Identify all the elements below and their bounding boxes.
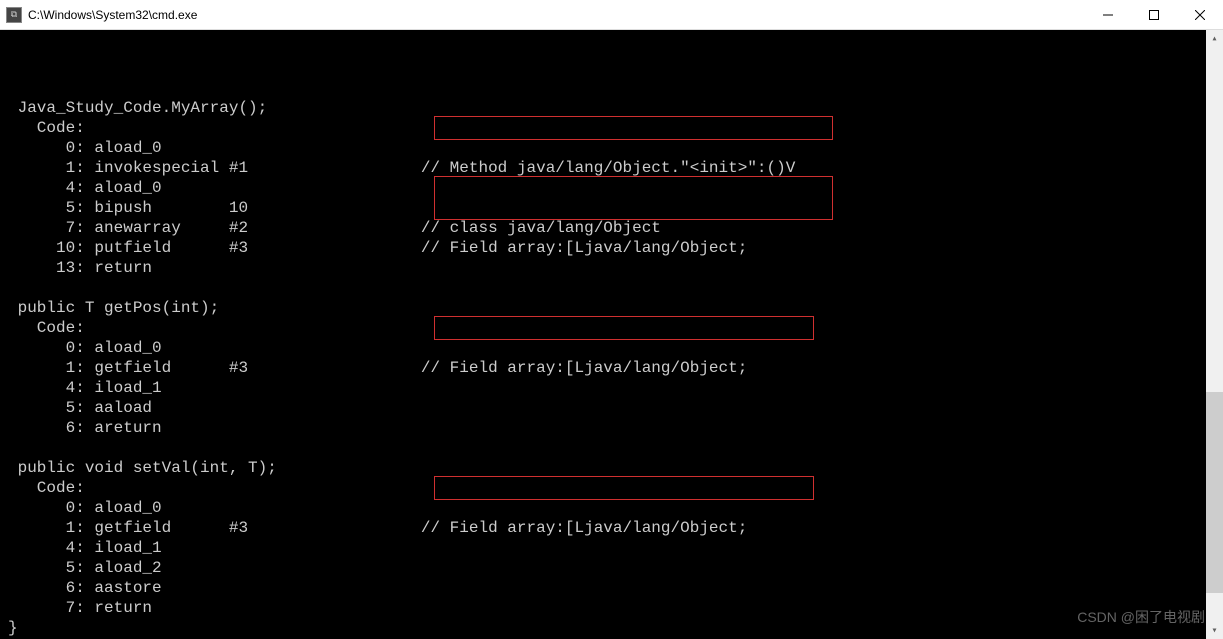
- terminal-line: 6: areturn: [8, 418, 1223, 438]
- title-bar: ⧉ C:\Windows\System32\cmd.exe: [0, 0, 1223, 30]
- window-controls: [1085, 0, 1223, 29]
- scroll-up-arrow[interactable]: ▴: [1206, 30, 1223, 47]
- terminal-line: [8, 278, 1223, 298]
- terminal-line: }: [8, 618, 1223, 638]
- terminal-line: 10: putfield #3 // Field array:[Ljava/la…: [8, 238, 1223, 258]
- terminal-line: Code:: [8, 318, 1223, 338]
- maximize-button[interactable]: [1131, 0, 1177, 30]
- scroll-thumb[interactable]: [1206, 392, 1223, 593]
- terminal-line: public void setVal(int, T);: [8, 458, 1223, 478]
- terminal-line: 7: anewarray #2 // class java/lang/Objec…: [8, 218, 1223, 238]
- terminal-line: 0: aload_0: [8, 498, 1223, 518]
- terminal-line: 6: aastore: [8, 578, 1223, 598]
- terminal-line: 1: getfield #3 // Field array:[Ljava/lan…: [8, 518, 1223, 538]
- terminal-line: 5: aaload: [8, 398, 1223, 418]
- terminal-line: public T getPos(int);: [8, 298, 1223, 318]
- terminal-line: 4: iload_1: [8, 378, 1223, 398]
- terminal-line: Code:: [8, 118, 1223, 138]
- terminal-line: Code:: [8, 478, 1223, 498]
- terminal-line: 1: invokespecial #1 // Method java/lang/…: [8, 158, 1223, 178]
- minimize-button[interactable]: [1085, 0, 1131, 30]
- terminal-line: 1: getfield #3 // Field array:[Ljava/lan…: [8, 358, 1223, 378]
- window-title: C:\Windows\System32\cmd.exe: [28, 8, 1085, 22]
- terminal-line: 5: bipush 10: [8, 198, 1223, 218]
- vertical-scrollbar[interactable]: ▴ ▾: [1206, 30, 1223, 639]
- terminal-line: 4: aload_0: [8, 178, 1223, 198]
- scroll-down-arrow[interactable]: ▾: [1206, 622, 1223, 639]
- terminal-line: 5: aload_2: [8, 558, 1223, 578]
- terminal-line: Java_Study_Code.MyArray();: [8, 98, 1223, 118]
- terminal-line: [8, 78, 1223, 98]
- terminal-line: [8, 438, 1223, 458]
- terminal-line: 13: return: [8, 258, 1223, 278]
- terminal-line: 7: return: [8, 598, 1223, 618]
- close-button[interactable]: [1177, 0, 1223, 30]
- scroll-track[interactable]: [1206, 47, 1223, 622]
- terminal-line: 4: iload_1: [8, 538, 1223, 558]
- terminal-line: 0: aload_0: [8, 138, 1223, 158]
- terminal-line: 0: aload_0: [8, 338, 1223, 358]
- terminal-output[interactable]: Java_Study_Code.MyArray(); Code: 0: aloa…: [0, 30, 1223, 639]
- cmd-icon: ⧉: [6, 7, 22, 23]
